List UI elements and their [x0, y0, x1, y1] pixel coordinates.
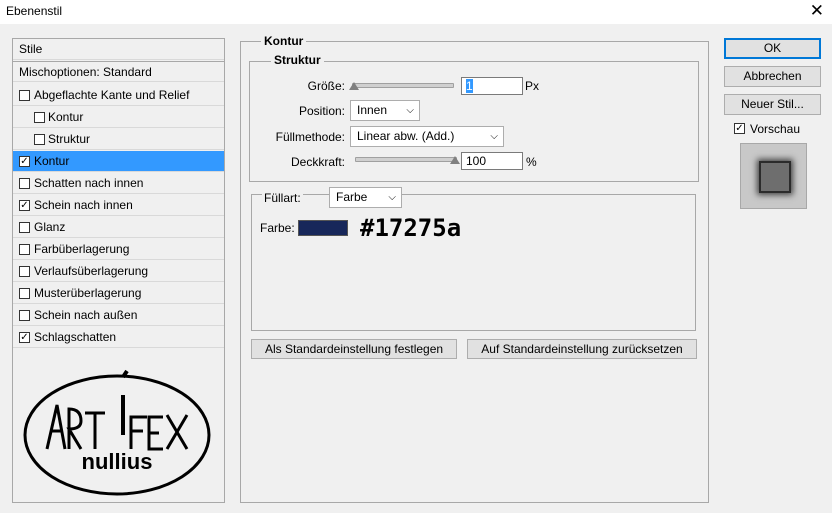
color-hex-label: #17275a: [360, 214, 462, 242]
cancel-button[interactable]: Abbrechen: [724, 66, 821, 87]
style-item-schlagschatten[interactable]: ✓ Schlagschatten: [13, 327, 224, 348]
ok-button[interactable]: OK: [724, 38, 821, 59]
style-item-musterüberlagerung[interactable]: Musterüberlagerung: [13, 283, 224, 304]
style-preview: [740, 143, 807, 209]
chevron-down-icon: ⌵: [406, 105, 414, 116]
set-default-button[interactable]: Als Standardeinstellung festlegen: [251, 339, 457, 359]
window-title: Ebenenstil: [6, 4, 63, 18]
position-label: Position:: [298, 104, 345, 118]
style-item-label: Verlaufsüberlagerung: [34, 264, 149, 278]
style-item-label: Schein nach innen: [34, 198, 133, 212]
style-item-schein-nach-außen[interactable]: Schein nach außen: [13, 305, 224, 326]
style-item-checkbox[interactable]: [19, 222, 30, 233]
style-preview-swatch: [759, 161, 791, 193]
size-slider-thumb[interactable]: [349, 82, 359, 90]
style-list-header-label: Stile: [19, 42, 43, 56]
position-value: Innen: [357, 103, 388, 117]
blend-mode-select[interactable]: Linear abw. (Add.) ⌵: [350, 126, 504, 147]
style-item-checkbox[interactable]: [19, 266, 30, 277]
size-input[interactable]: 1: [461, 77, 523, 95]
style-item-checkbox[interactable]: [19, 244, 30, 255]
style-list: Stile Mischoptionen: Standard Abgeflacht…: [12, 38, 225, 503]
fill-type-select[interactable]: Farbe ⌵: [329, 187, 402, 208]
opacity-unit: %: [526, 155, 537, 169]
reset-default-button[interactable]: Auf Standardeinstellung zurücksetzen: [467, 339, 697, 359]
style-item-label: Kontur: [48, 110, 84, 124]
style-item-label: Farbüberlagerung: [34, 242, 130, 256]
style-item-checkbox[interactable]: [34, 134, 45, 145]
size-label: Größe:: [307, 79, 345, 93]
opacity-value: 100: [466, 154, 487, 168]
size-value: 1: [466, 79, 473, 93]
preview-checkbox-box[interactable]: ✓: [734, 123, 745, 134]
style-item-struktur[interactable]: Struktur: [13, 129, 224, 150]
struktur-section-title: Struktur: [271, 53, 324, 67]
fill-type-value: Farbe: [336, 190, 368, 204]
style-item-schatten-nach-innen[interactable]: Schatten nach innen: [13, 173, 224, 194]
fill-type-label: Füllart:: [262, 191, 303, 205]
blend-mode-label: Füllmethode:: [275, 130, 345, 144]
style-item-checkbox[interactable]: ✓: [19, 332, 30, 343]
blend-options-label: Mischoptionen: Standard: [19, 65, 152, 79]
style-item-label: Schlagschatten: [34, 330, 117, 344]
opacity-slider-thumb[interactable]: [450, 156, 460, 164]
fill-group: [251, 194, 696, 331]
style-item-label: Glanz: [34, 220, 66, 234]
style-item-kontur[interactable]: Kontur: [13, 107, 224, 128]
style-item-checkbox[interactable]: [34, 112, 45, 123]
style-item-abgeflachte-kante-und-relief[interactable]: Abgeflachte Kante und Relief: [13, 85, 224, 106]
style-item-farbüberlagerung[interactable]: Farbüberlagerung: [13, 239, 224, 260]
style-item-checkbox[interactable]: [19, 288, 30, 299]
style-item-checkbox[interactable]: [19, 178, 30, 189]
style-item-label: Schatten nach innen: [34, 176, 144, 190]
preview-checkbox[interactable]: ✓ Vorschau: [734, 122, 824, 138]
opacity-input[interactable]: 100: [461, 152, 523, 170]
position-select[interactable]: Innen ⌵: [350, 100, 420, 121]
blend-mode-value: Linear abw. (Add.): [357, 129, 455, 143]
blend-options-item[interactable]: Mischoptionen: Standard: [13, 61, 224, 82]
style-item-checkbox[interactable]: ✓: [19, 200, 30, 211]
style-list-header[interactable]: Stile: [13, 39, 224, 60]
style-item-label: Kontur: [34, 154, 70, 168]
color-swatch[interactable]: [298, 220, 348, 236]
new-style-button[interactable]: Neuer Stil...: [724, 94, 821, 115]
style-item-label: Abgeflachte Kante und Relief: [34, 88, 190, 102]
size-slider-track[interactable]: [352, 83, 454, 88]
opacity-slider-track[interactable]: [355, 157, 457, 162]
style-item-schein-nach-innen[interactable]: ✓ Schein nach innen: [13, 195, 224, 216]
style-item-label: Schein nach außen: [34, 308, 138, 322]
color-label: Farbe:: [260, 221, 295, 235]
style-item-label: Struktur: [48, 132, 91, 146]
preview-label: Vorschau: [750, 122, 801, 136]
title-bar: Ebenenstil ✕: [0, 0, 832, 24]
style-item-label: Musterüberlagerung: [34, 286, 142, 300]
svg-text:nullius: nullius: [82, 449, 153, 474]
size-unit: Px: [525, 79, 540, 93]
style-item-glanz[interactable]: Glanz: [13, 217, 224, 238]
close-icon[interactable]: ✕: [810, 1, 824, 21]
artifex-logo: nullius: [23, 369, 211, 496]
style-item-checkbox[interactable]: ✓: [19, 156, 30, 167]
chevron-down-icon: ⌵: [490, 131, 498, 142]
style-item-kontur[interactable]: ✓ Kontur: [13, 151, 224, 172]
style-item-checkbox[interactable]: [19, 90, 30, 101]
kontur-section-title: Kontur: [261, 34, 307, 48]
style-item-verlaufsüberlagerung[interactable]: Verlaufsüberlagerung: [13, 261, 224, 282]
style-item-checkbox[interactable]: [19, 310, 30, 321]
opacity-label: Deckkraft:: [290, 155, 345, 169]
chevron-down-icon: ⌵: [388, 192, 396, 203]
